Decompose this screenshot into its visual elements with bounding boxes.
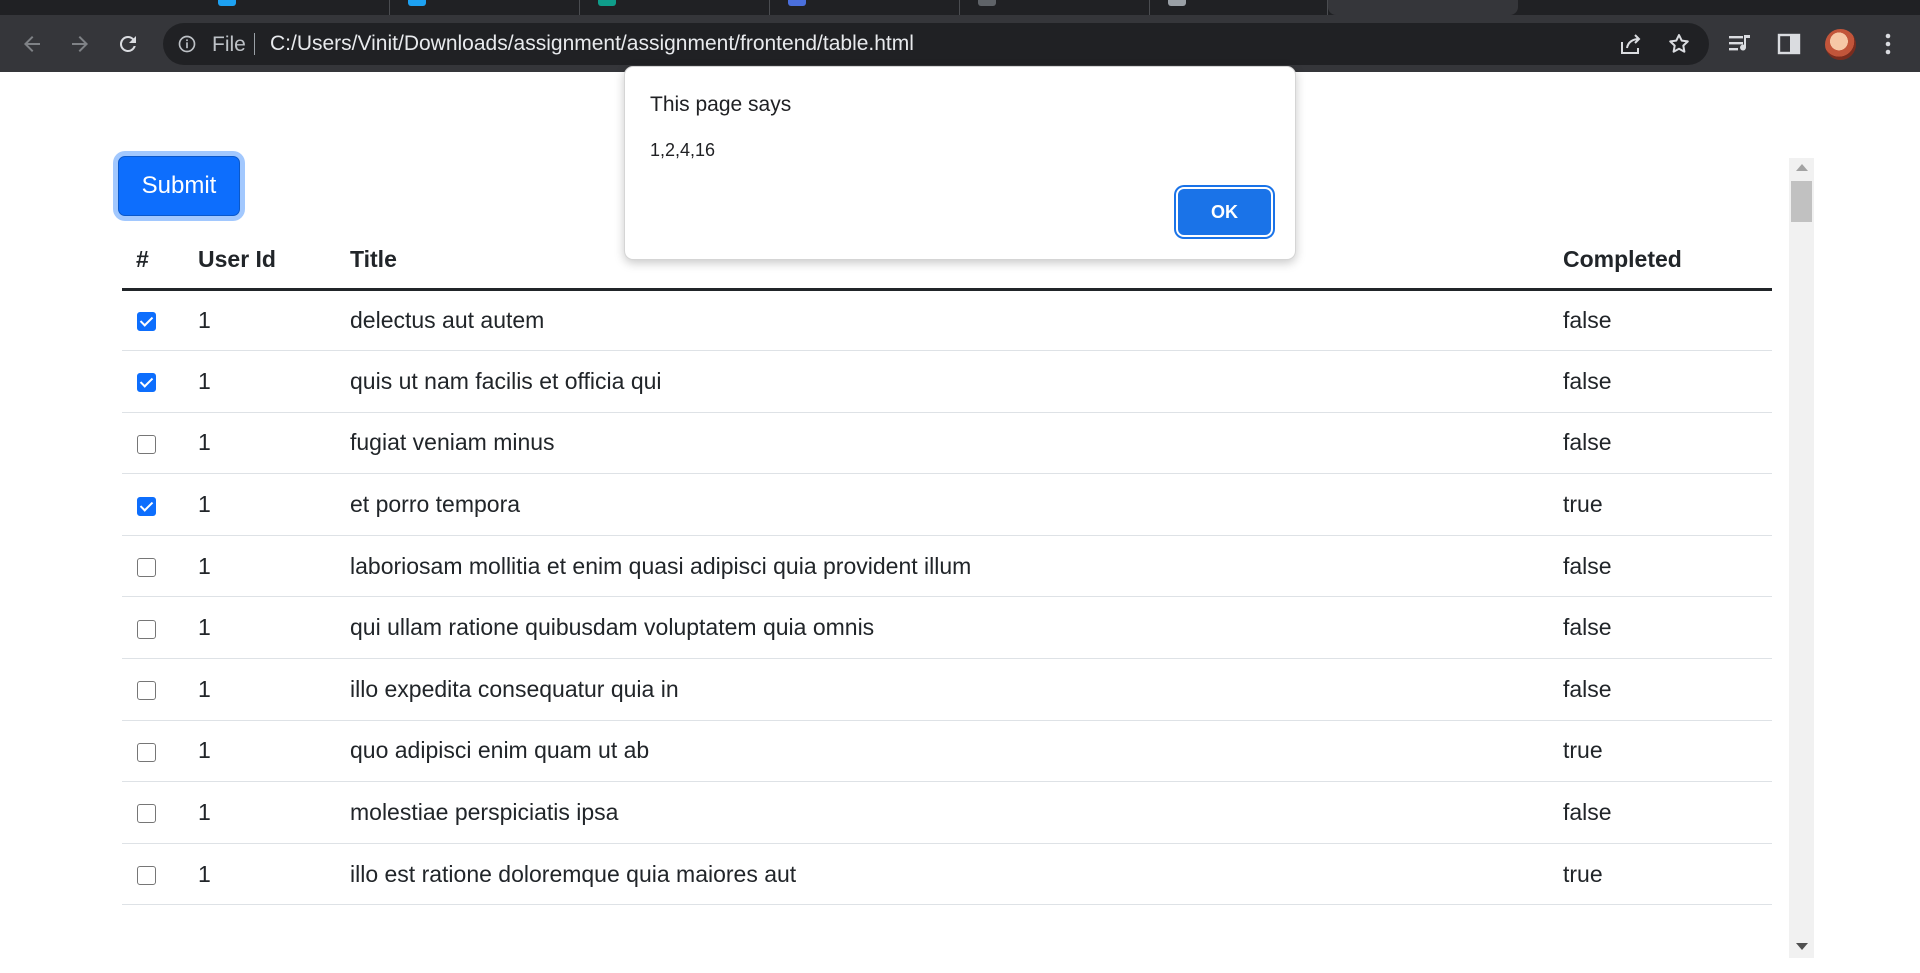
row-checkbox[interactable] [137,558,156,578]
scroll-down-arrow-icon[interactable] [1796,943,1808,950]
cell-title: laboriosam mollitia et enim quasi adipis… [350,535,1563,598]
scrollbar[interactable] [1789,158,1814,958]
alert-dialog: This page says 1,2,4,16 OK [624,66,1296,260]
tab[interactable] [960,0,1150,15]
row-checkbox[interactable] [137,434,156,454]
row-checkbox[interactable] [137,804,156,824]
row-checkbox[interactable] [137,681,156,701]
cell-title: et porro tempora [350,473,1563,536]
cell-completed: true [1563,720,1772,783]
table-row: 1 illo expedita consequatur quia in false [122,658,1772,721]
table-body: 1 delectus aut autem false 1 quis ut nam fa… [122,289,1772,906]
submit-button[interactable]: Submit [118,156,240,216]
tab-favicon [978,0,996,6]
tab-favicon [1168,0,1186,6]
cell-title: illo est ratione doloremque quia maiores… [350,843,1563,906]
cell-user-id: 1 [198,596,350,660]
table-row: 1 illo est ratione doloremque quia maiore… [122,843,1772,906]
table-row: 1 quo adipisci enim quam ut ab true [122,720,1772,783]
cell-title: fugiat veniam minus [350,412,1563,475]
row-checkbox[interactable] [137,312,156,332]
cell-user-id: 1 [198,473,350,536]
tab-favicon [218,0,236,6]
ok-button[interactable]: OK [1178,189,1271,235]
table-row: 1 quis ut nam facilis et officia qui false [122,350,1772,413]
back-arrow-icon [24,36,40,52]
tab-favicon [788,0,806,6]
address-bar[interactable]: File C:/Users/Vinit/Downloads/assignment… [163,23,1709,65]
header-user-id: User Id [198,231,350,291]
cell-user-id: 1 [198,412,350,475]
tab[interactable] [1150,0,1328,15]
url-text[interactable]: C:/Users/Vinit/Downloads/assignment/assi… [270,32,914,56]
dialog-title: This page says [650,93,792,116]
profile-avatar[interactable] [1825,29,1856,60]
dialog-message: 1,2,4,16 [650,140,716,160]
tab-strip [0,0,1920,15]
cell-user-id: 1 [198,289,350,352]
row-checkbox[interactable] [137,496,156,516]
tab[interactable] [200,0,390,15]
scrollbar-thumb[interactable] [1791,181,1812,222]
table-row: 1 molestiae perspiciatis ipsa false [122,781,1772,844]
todo-table-container: # User Id Title Completed 1 delectus aut … [122,231,1772,955]
cell-user-id: 1 [198,658,350,721]
cell-title: qui ullam ratione quibusdam voluptatem q… [350,596,1563,660]
todo-table: # User Id Title Completed 1 delectus aut … [122,231,1772,906]
cell-title: illo expedita consequatur quia in [350,658,1563,721]
cell-completed: false [1563,658,1772,721]
tab[interactable] [580,0,770,15]
reload-icon [119,35,136,52]
side-panel-icon[interactable] [1776,31,1802,57]
cell-completed: false [1563,350,1772,413]
forward-arrow-icon [72,36,88,52]
tab-favicon [598,0,616,6]
cell-user-id: 1 [198,535,350,598]
cell-title: quo adipisci enim quam ut ab [350,720,1563,783]
cell-title: quis ut nam facilis et officia qui [350,350,1563,413]
tab[interactable] [770,0,960,15]
cell-completed: true [1563,473,1772,536]
browser-toolbar: File C:/Users/Vinit/Downloads/assignment… [0,15,1920,72]
info-icon[interactable] [177,34,197,54]
table-row: 1 et porro tempora true [122,473,1772,536]
row-checkbox[interactable] [137,373,156,393]
cell-completed: false [1563,596,1772,660]
cell-user-id: 1 [198,781,350,844]
cell-user-id: 1 [198,350,350,413]
cell-completed: true [1563,843,1772,906]
forward-button[interactable] [64,28,96,60]
header-completed: Completed [1563,231,1772,291]
table-row: 1 fugiat veniam minus false [122,412,1772,475]
star-icon[interactable] [1667,32,1691,56]
cell-title: molestiae perspiciatis ipsa [350,781,1563,844]
cell-title: delectus aut autem [350,289,1563,352]
row-checkbox[interactable] [137,866,156,886]
cell-user-id: 1 [198,843,350,906]
cell-completed: false [1563,412,1772,475]
kebab-menu-icon[interactable] [1875,31,1901,57]
media-queue-icon[interactable] [1727,31,1753,57]
row-checkbox[interactable] [137,742,156,762]
tab[interactable] [390,0,580,15]
header-index: # [122,231,198,291]
reload-button[interactable] [112,28,144,60]
scheme-label: File [212,33,246,56]
cell-completed: false [1563,289,1772,352]
cell-completed: false [1563,781,1772,844]
table-row: 1 delectus aut autem false [122,289,1772,352]
scroll-up-arrow-icon[interactable] [1796,164,1808,171]
table-row: 1 qui ullam ratione quibusdam voluptatem … [122,596,1772,660]
table-row: 1 laboriosam mollitia et enim quasi adipi… [122,535,1772,598]
back-button[interactable] [16,28,48,60]
row-checkbox[interactable] [137,619,156,639]
tab-favicon [408,0,426,6]
share-icon[interactable] [1618,32,1644,56]
cell-user-id: 1 [198,720,350,783]
tab-active[interactable] [1328,0,1518,15]
cell-completed: false [1563,535,1772,598]
divider [254,33,255,55]
